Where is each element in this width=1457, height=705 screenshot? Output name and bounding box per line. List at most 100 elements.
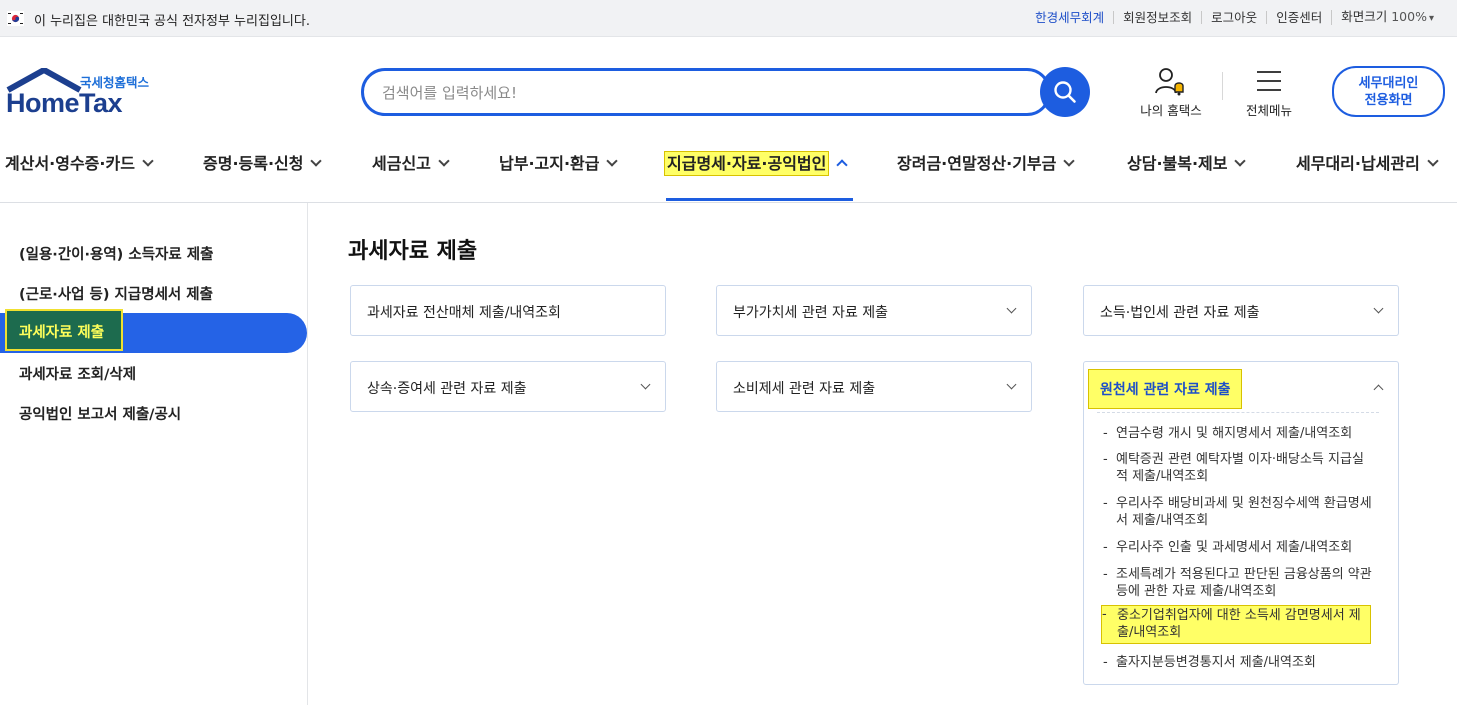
chevron-down-icon xyxy=(1427,155,1439,167)
side-nav: (일용·간이·용역) 소득자료 제출 (근로·사업 등) 지급명세서 제출 과세… xyxy=(0,203,308,705)
gnb-item-tax-agent[interactable]: 세무대리·납세관리 xyxy=(1296,150,1439,174)
card-vat[interactable]: 부가가치세 관련 자료 제출 xyxy=(716,285,1032,336)
chevron-down-icon xyxy=(606,155,619,167)
hamburger-menu-icon xyxy=(1257,71,1281,91)
all-menu-button[interactable]: 전체메뉴 xyxy=(1236,66,1302,119)
gnb-active-underline xyxy=(666,198,853,201)
tax-agent-screen-button[interactable]: 세무대리인 전용화면 xyxy=(1332,66,1445,117)
sub-item-sme-employee-reduction[interactable]: - 중소기업취업자에 대한 소득세 감면명세서 제출/내역조회 xyxy=(1101,605,1371,644)
link-hankyung[interactable]: 한경세무회계 xyxy=(1026,11,1113,24)
agent-label-line1: 세무대리인 xyxy=(1358,76,1419,91)
gnb-item-invoice[interactable]: 계산서·영수증·카드 xyxy=(5,150,154,174)
user-bell-icon xyxy=(1155,68,1184,96)
sub-item-tax-special-product[interactable]: - 조세특례가 적용된다고 판단된 금융상품의 약관 등에 관한 자료 제출/내역… xyxy=(1103,566,1373,600)
chevron-down-icon xyxy=(1063,155,1076,167)
chevron-down-icon xyxy=(438,155,450,167)
card-divider xyxy=(1097,412,1379,413)
zoom-label: 화면크기 xyxy=(1341,9,1388,24)
sub-item-equity-change[interactable]: - 출자지분등변경통지서 제출/내역조회 xyxy=(1103,654,1373,671)
sub-item-label: 연금수령 개시 및 해지명세서 제출/내역조회 xyxy=(1116,426,1353,441)
dash-icon: - xyxy=(1103,496,1108,511)
dash-icon: - xyxy=(1103,567,1108,582)
card-label: 과세자료 전산매체 제출/내역조회 xyxy=(367,305,561,321)
side-item-daily-income[interactable]: (일용·간이·용역) 소득자료 제출 xyxy=(19,243,213,264)
search-input[interactable] xyxy=(382,81,982,105)
card-electronic-media[interactable]: 과세자료 전산매체 제출/내역조회 xyxy=(350,285,666,336)
sub-item-label: 중소기업취업자에 대한 소득세 감면명세서 제출/내역조회 xyxy=(1117,608,1361,640)
gnb-item-incentive[interactable]: 장려금·연말정산·기부금 xyxy=(897,150,1076,174)
card-income-corporate[interactable]: 소득·법인세 관련 자료 제출 xyxy=(1083,285,1399,336)
zoom-control[interactable]: 화면크기 100% ▾ xyxy=(1331,10,1443,25)
side-item-tax-data-submit[interactable]: 과세자료 제출 xyxy=(5,309,123,351)
my-hometax-label: 나의 홈택스 xyxy=(1140,103,1202,118)
agent-label-line2: 전용화면 xyxy=(1364,93,1413,108)
card-withholding-tax[interactable]: 원천세 관련 자료 제출 - 연금수령 개시 및 해지명세서 제출/내역조회 -예… xyxy=(1083,361,1399,685)
chevron-down-icon xyxy=(1006,379,1017,390)
card-label: 소득·법인세 관련 자료 제출 xyxy=(1100,305,1260,321)
card-label: 상속·증여세 관련 자료 제출 xyxy=(367,381,527,397)
chevron-up-icon xyxy=(1373,384,1384,395)
link-member-info[interactable]: 회원정보조회 xyxy=(1113,11,1201,24)
card-inheritance-gift[interactable]: 상속·증여세 관련 자료 제출 xyxy=(350,361,666,412)
dash-icon: - xyxy=(1103,426,1108,441)
sub-item-esop-withdrawal[interactable]: - 우리사주 인출 및 과세명세서 제출/내역조회 xyxy=(1103,539,1373,556)
link-logout[interactable]: 로그아웃 xyxy=(1201,11,1266,24)
sub-item-esop-dividend[interactable]: - 우리사주 배당비과세 및 원천징수세액 환급명세서 제출/내역조회 xyxy=(1103,495,1373,529)
side-item-payment-statement[interactable]: (근로·사업 등) 지급명세서 제출 xyxy=(19,283,213,304)
zoom-value: 100% xyxy=(1391,9,1427,24)
chevron-down-icon xyxy=(142,155,154,167)
page-title: 과세자료 제출 xyxy=(348,239,478,264)
card-consumption-tax[interactable]: 소비제세 관련 자료 제출 xyxy=(716,361,1032,412)
dash-icon: - xyxy=(1102,607,1107,622)
gnb-label: 세금신고 xyxy=(372,154,431,173)
dash-icon: - xyxy=(1103,540,1108,555)
gnb-label: 증명·등록·신청 xyxy=(203,154,304,173)
gnb-label: 상담·불복·제보 xyxy=(1127,154,1228,173)
gnb-item-consult[interactable]: 상담·불복·제보 xyxy=(1127,150,1247,174)
side-item-tax-data-lookup[interactable]: 과세자료 조회/삭제 xyxy=(19,363,136,384)
chevron-down-icon: ▾ xyxy=(1428,13,1434,24)
sub-item-label: 우리사주 배당비과세 및 원천징수세액 환급명세서 제출/내역조회 xyxy=(1116,496,1372,528)
chevron-down-icon xyxy=(640,379,651,390)
gnb-item-tax-return[interactable]: 세금신고 xyxy=(372,150,450,174)
gnb-label: 계산서·영수증·카드 xyxy=(5,154,135,173)
sub-item-label: 우리사주 인출 및 과세명세서 제출/내역조회 xyxy=(1116,540,1353,555)
dash-icon: - xyxy=(1103,655,1108,670)
global-nav: 계산서·영수증·카드 증명·등록·신청 세금신고 납부·고지·환급 지급명세·자… xyxy=(0,140,1457,203)
link-cert-center[interactable]: 인증센터 xyxy=(1266,11,1331,24)
chevron-down-icon xyxy=(1006,303,1017,314)
card-label: 소비제세 관련 자료 제출 xyxy=(733,381,876,397)
gov-banner: 이 누리집은 대한민국 공식 전자정부 누리집입니다. 한경세무회계 회원정보조… xyxy=(0,0,1457,37)
gnb-item-payment[interactable]: 납부·고지·환급 xyxy=(499,150,619,174)
gnb-label: 세무대리·납세관리 xyxy=(1296,154,1420,173)
side-item-public-report[interactable]: 공익법인 보고서 제출/공시 xyxy=(19,403,181,424)
dash-icon: - xyxy=(1103,452,1108,467)
chevron-up-icon xyxy=(836,159,849,171)
hometax-logo[interactable]: 국세청홈택스 HomeTax xyxy=(6,68,156,118)
card-label: 원천세 관련 자료 제출 xyxy=(1088,369,1242,409)
logo-wordmark: HomeTax xyxy=(6,88,123,118)
gnb-item-certificate[interactable]: 증명·등록·신청 xyxy=(203,150,323,174)
sub-item-deposit-securities[interactable]: - 예탁증권 관련 예탁자별 이자·배당소득 지급실적 제출/내역조회 xyxy=(1103,451,1373,485)
side-item-label: 과세자료 제출 xyxy=(19,325,105,341)
gnb-label: 장려금·연말정산·기부금 xyxy=(897,154,1057,173)
all-menu-label: 전체메뉴 xyxy=(1245,103,1292,118)
sub-item-label: 예탁증권 관련 예탁자별 이자·배당소득 지급실적 제출/내역조회 xyxy=(1116,452,1364,484)
gnb-label: 지급명세·자료·공익법인 xyxy=(664,151,830,176)
header-divider xyxy=(1222,72,1223,100)
sub-item-label: 조세특례가 적용된다고 판단된 금융상품의 약관 등에 관한 자료 제출/내역조… xyxy=(1116,567,1372,599)
gnb-label: 납부·고지·환급 xyxy=(499,154,600,173)
utility-links: 한경세무회계 회원정보조회 로그아웃 인증센터 화면크기 100% ▾ xyxy=(1026,10,1443,25)
chevron-down-icon xyxy=(310,155,323,167)
search-box xyxy=(361,68,1051,116)
search-icon xyxy=(1054,81,1076,103)
gov-banner-text: 이 누리집은 대한민국 공식 전자정부 누리집입니다. xyxy=(34,14,310,29)
korea-flag-icon xyxy=(7,11,24,26)
sub-item-label: 출자지분등변경통지서 제출/내역조회 xyxy=(1116,655,1316,670)
card-label: 부가가치세 관련 자료 제출 xyxy=(733,305,889,321)
my-hometax-button[interactable]: 나의 홈택스 xyxy=(1133,66,1209,119)
gnb-item-payment-statement[interactable]: 지급명세·자료·공익법인 xyxy=(664,150,849,176)
sub-item-pension[interactable]: - 연금수령 개시 및 해지명세서 제출/내역조회 xyxy=(1103,425,1373,442)
chevron-down-icon xyxy=(1234,155,1247,167)
search-button[interactable] xyxy=(1040,67,1090,117)
